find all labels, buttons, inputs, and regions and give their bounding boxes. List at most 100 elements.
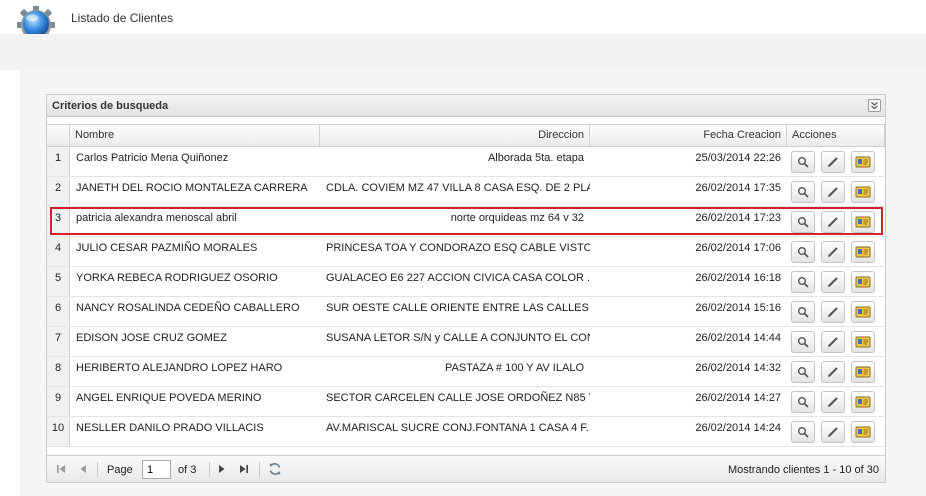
refresh-icon[interactable] xyxy=(268,462,282,476)
collapse-chevron-icon[interactable] xyxy=(868,99,881,112)
client-name-cell: patricia alexandra menoscal abril xyxy=(76,212,237,224)
col-header-address[interactable]: Direccion xyxy=(320,125,590,146)
contact-card-button[interactable] xyxy=(851,301,875,323)
edit-pencil-icon xyxy=(828,337,838,347)
col-header-name[interactable]: Nombre xyxy=(70,125,320,146)
search-icon xyxy=(798,277,809,288)
creation-date-cell: 26/02/2014 17:35 xyxy=(695,182,781,194)
view-button[interactable] xyxy=(791,421,815,443)
table-row[interactable]: 5 YORKA REBECA RODRIGUEZ OSORIO GUALACEO… xyxy=(47,267,885,297)
edit-pencil-icon xyxy=(828,217,838,227)
view-button[interactable] xyxy=(791,271,815,293)
pager-separator xyxy=(209,462,210,477)
search-icon xyxy=(798,187,809,198)
creation-date-cell: 26/02/2014 17:06 xyxy=(695,242,781,254)
row-number: 7 xyxy=(47,327,70,356)
panel-title: Criterios de busqueda xyxy=(52,100,169,112)
pager-bar: Page of 3 Mostrando clientes 1 - 10 of 3… xyxy=(47,455,885,482)
table-row[interactable]: 4 JULIO CESAR PAZMIÑO MORALES PRINCESA T… xyxy=(47,237,885,267)
view-button[interactable] xyxy=(791,211,815,233)
grid-body: 1 Carlos Patricio Mena Quiñonez Alborada… xyxy=(47,147,885,447)
client-address-cell: AV.MARISCAL SUCRE CONJ.FONTANA 1 CASA 4 … xyxy=(326,422,590,434)
edit-button[interactable] xyxy=(821,331,845,353)
search-icon xyxy=(798,427,809,438)
actions-cell xyxy=(787,297,885,326)
creation-date-cell: 26/02/2014 14:32 xyxy=(695,362,781,374)
contact-card-button[interactable] xyxy=(851,151,875,173)
contact-card-button[interactable] xyxy=(851,271,875,293)
pager-separator xyxy=(97,462,98,477)
table-row[interactable]: 2 JANETH DEL ROCIO MONTALEZA CARRERA CDL… xyxy=(47,177,885,207)
client-name-cell: Carlos Patricio Mena Quiñonez xyxy=(76,152,229,164)
client-name-cell: YORKA REBECA RODRIGUEZ OSORIO xyxy=(76,272,278,284)
table-row[interactable]: 10 NESLLER DANILO PRADO VILLACIS AV.MARI… xyxy=(47,417,885,447)
actions-cell xyxy=(787,147,885,176)
contact-card-button[interactable] xyxy=(851,241,875,263)
edit-button[interactable] xyxy=(821,421,845,443)
contact-card-icon xyxy=(855,366,871,378)
edit-button[interactable] xyxy=(821,181,845,203)
contact-card-button[interactable] xyxy=(851,391,875,413)
contact-card-button[interactable] xyxy=(851,211,875,233)
first-page-icon[interactable] xyxy=(55,463,67,475)
row-number: 8 xyxy=(47,357,70,386)
contact-card-icon xyxy=(855,186,871,198)
edit-button[interactable] xyxy=(821,301,845,323)
view-button[interactable] xyxy=(791,241,815,263)
client-address-cell: CDLA. COVIEM MZ 47 VILLA 8 CASA ESQ. DE … xyxy=(326,182,590,194)
edit-button[interactable] xyxy=(821,151,845,173)
grid-header: Nombre Direccion Fecha Creacion Acciones xyxy=(47,124,885,147)
client-address-cell: GUALACEO E6 227 ACCION CIVICA CASA COLOR… xyxy=(326,272,590,284)
row-number: 6 xyxy=(47,297,70,326)
table-row[interactable]: 9 ANGEL ENRIQUE POVEDA MERINO SECTOR CAR… xyxy=(47,387,885,417)
table-row[interactable]: 3 patricia alexandra menoscal abril nort… xyxy=(47,207,885,237)
actions-cell xyxy=(787,207,885,236)
row-number: 4 xyxy=(47,237,70,266)
edit-button[interactable] xyxy=(821,271,845,293)
last-page-icon[interactable] xyxy=(238,463,250,475)
creation-date-cell: 26/02/2014 14:24 xyxy=(695,422,781,434)
row-number: 3 xyxy=(47,207,70,236)
contact-card-button[interactable] xyxy=(851,421,875,443)
prev-page-icon[interactable] xyxy=(77,463,89,475)
creation-date-cell: 25/03/2014 22:26 xyxy=(695,152,781,164)
page-count-label: of 3 xyxy=(178,464,197,476)
view-button[interactable] xyxy=(791,301,815,323)
app-header: Listado de Clientes xyxy=(0,0,926,44)
contact-card-button[interactable] xyxy=(851,181,875,203)
view-button[interactable] xyxy=(791,391,815,413)
actions-cell xyxy=(787,387,885,416)
top-band xyxy=(0,34,926,70)
row-number: 2 xyxy=(47,177,70,206)
page-number-input[interactable] xyxy=(142,460,171,479)
table-row[interactable]: 6 NANCY ROSALINDA CEDEÑO CABALLERO SUR O… xyxy=(47,297,885,327)
contact-card-icon xyxy=(855,396,871,408)
next-page-icon[interactable] xyxy=(216,463,228,475)
search-icon xyxy=(798,217,809,228)
table-row[interactable]: 8 HERIBERTO ALEJANDRO LOPEZ HARO PASTAZA… xyxy=(47,357,885,387)
col-header-date[interactable]: Fecha Creacion xyxy=(590,125,787,146)
client-name-cell: JULIO CESAR PAZMIÑO MORALES xyxy=(76,242,258,254)
edit-button[interactable] xyxy=(821,241,845,263)
page-label: Page xyxy=(107,464,133,476)
client-name-cell: JANETH DEL ROCIO MONTALEZA CARRERA xyxy=(76,182,308,194)
edit-button[interactable] xyxy=(821,391,845,413)
search-icon xyxy=(798,307,809,318)
creation-date-cell: 26/02/2014 15:16 xyxy=(695,302,781,314)
view-button[interactable] xyxy=(791,331,815,353)
view-button[interactable] xyxy=(791,361,815,383)
row-number: 1 xyxy=(47,147,70,176)
view-button[interactable] xyxy=(791,181,815,203)
view-button[interactable] xyxy=(791,151,815,173)
contact-card-button[interactable] xyxy=(851,361,875,383)
actions-cell xyxy=(787,357,885,386)
table-row[interactable]: 1 Carlos Patricio Mena Quiñonez Alborada… xyxy=(47,147,885,177)
contact-card-button[interactable] xyxy=(851,331,875,353)
edit-button[interactable] xyxy=(821,211,845,233)
contact-card-icon xyxy=(855,426,871,438)
clients-grid: Nombre Direccion Fecha Creacion Acciones… xyxy=(47,124,885,447)
creation-date-cell: 26/02/2014 14:27 xyxy=(695,392,781,404)
table-row[interactable]: 7 EDISON JOSE CRUZ GOMEZ SUSANA LETOR S/… xyxy=(47,327,885,357)
creation-date-cell: 26/02/2014 14:44 xyxy=(695,332,781,344)
edit-button[interactable] xyxy=(821,361,845,383)
